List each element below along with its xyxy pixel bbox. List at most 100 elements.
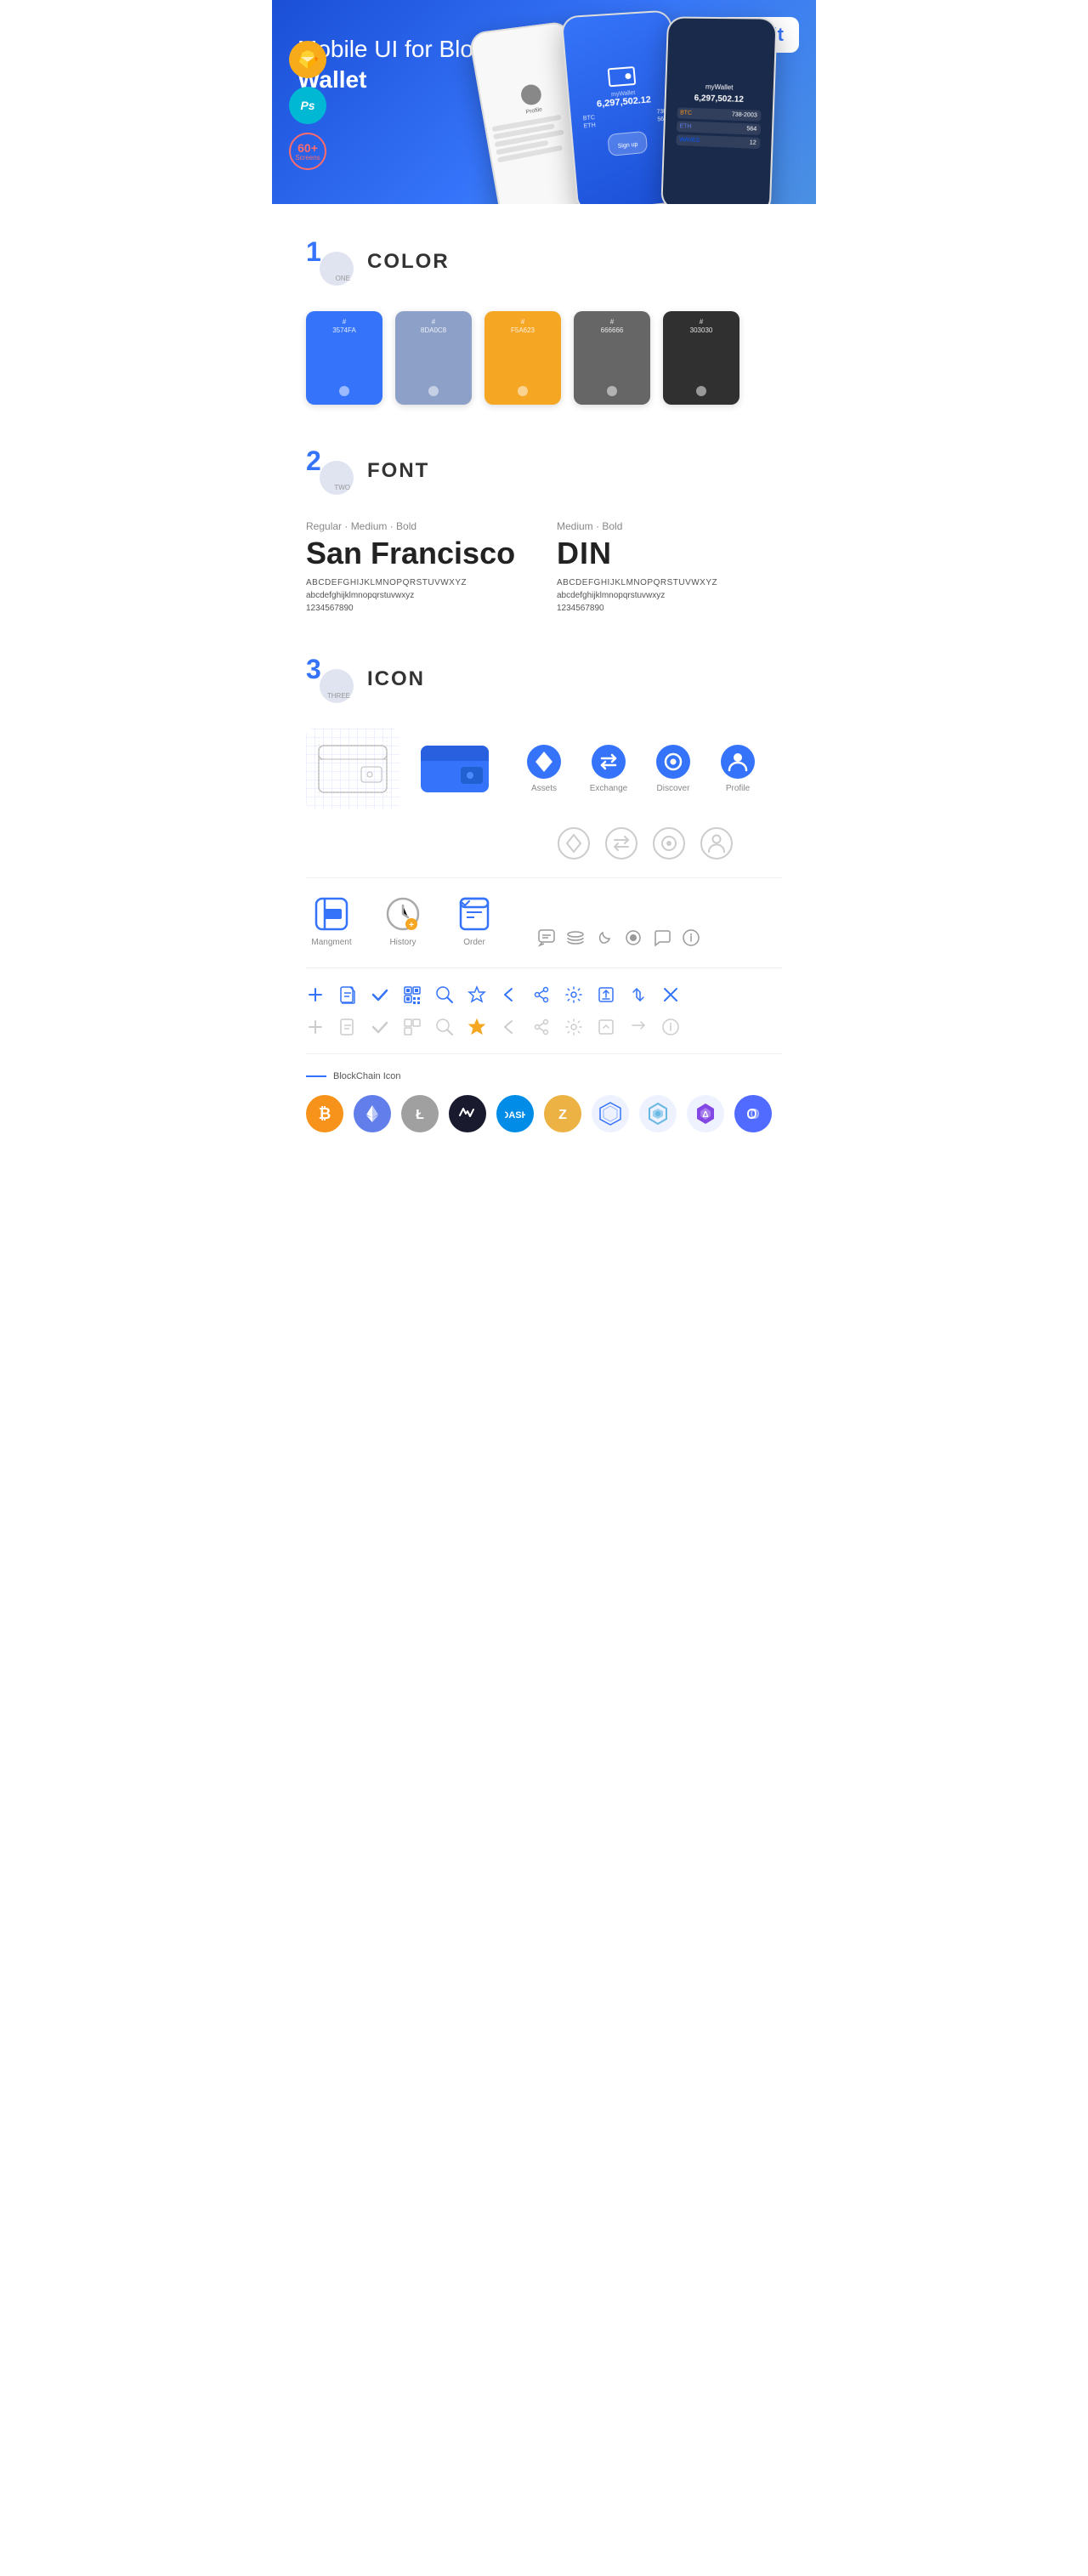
nav-icons-group: Assets Exchange [518,745,763,793]
import-ghost-icon [597,1018,615,1036]
star-filled-icon [468,1018,486,1036]
nem-svg [644,1100,672,1127]
settings-ghost-icon [564,1018,583,1036]
check-icon [371,985,389,1004]
import-icon [597,985,615,1004]
svg-text:₿: ₿ [319,1105,332,1122]
section-num-2: 2 TWO [306,447,354,495]
crypto-icons: ₿ Ł [306,1095,782,1132]
swatch-gray: #666666 [574,311,650,405]
color-section-header: 1 ONE COLOR [306,238,782,286]
swap-icon [629,985,648,1004]
nav-icons-ghost [557,826,782,860]
icon-item-management: Mangment [306,895,357,947]
hero-badges: Ps 60+ Screens [289,41,326,170]
screens-badge: 60+ Screens [289,133,326,170]
share-icon [532,985,551,1004]
zcash-icon: Z [544,1095,581,1132]
icon-item-order: Order [449,895,500,947]
icon-section: 3 THREE ICON [306,655,782,1132]
icon-item-assets: Assets [518,745,570,793]
sketch-badge [289,41,326,78]
doc-edit-ghost-icon [338,1018,357,1036]
icon-item-discover: Discover [648,745,699,793]
assets-ghost-icon [557,826,591,860]
plus-ghost-icon [306,1018,325,1036]
btc-icon: ₿ [306,1095,343,1132]
icon-divider-2 [306,967,782,968]
search-icon [435,985,454,1004]
eth-icon [354,1095,391,1132]
doc-edit-icon [338,985,357,1004]
speech-icon [653,928,672,947]
check-ghost-icon [371,1018,389,1036]
color-section: 1 ONE COLOR #3574FA #8DA0C8 #F5A623 #666… [306,238,782,405]
font-section-header: 2 TWO FONT [306,447,782,495]
swap-ghost-icon [629,1018,648,1036]
swatch-orange: #F5A623 [484,311,561,405]
info-ghost-icon [661,1018,680,1036]
main-content: 1 ONE COLOR #3574FA #8DA0C8 #F5A623 #666… [272,204,816,1209]
profile-icon [721,745,755,779]
icon-item-profile: Profile [712,745,763,793]
wallet-grid-icon [306,729,400,809]
ps-badge: Ps [289,87,326,124]
hex-icon [592,1095,629,1132]
share-ghost-icon [532,1018,551,1036]
close-icon [661,985,680,1004]
assets-icon [527,745,561,779]
icon-divider-1 [306,877,782,878]
utility-icons-blue [537,928,700,947]
star-icon [468,985,486,1004]
settings-icon [564,985,583,1004]
section-num-3: 3 THREE [306,655,354,703]
profile-ghost-icon [700,826,734,860]
waves-svg [457,1104,478,1124]
icon-item-exchange: Exchange [583,745,634,793]
app-icons-row: Mangment + History [306,895,782,947]
order-icon [456,895,493,933]
zcash-svg: Z [552,1104,573,1124]
icon-section-header: 3 THREE ICON [306,655,782,703]
moon-icon [595,928,614,947]
back-icon [500,985,518,1004]
color-swatches: #3574FA #8DA0C8 #F5A623 #666666 #303030 [306,311,782,405]
svg-text:DASH: DASH [505,1110,525,1121]
wallet-icons-large: Assets Exchange [306,729,782,809]
qr-ghost-icon [403,1018,422,1036]
icon-divider-3 [306,1053,782,1054]
phone-mockups: Profile myWallet 6,297,502.12 [476,9,816,204]
plus-icon [306,985,325,1004]
hex-svg [597,1100,624,1127]
info-icon [682,928,700,947]
waves-icon [449,1095,486,1132]
swatch-gray-blue: #8DA0C8 [395,311,472,405]
wallet-solid-icon [416,737,493,801]
font-grid: Regular · Medium · Bold San Francisco AB… [306,520,782,613]
ltc-icon: Ł [401,1095,439,1132]
discover-ghost-icon [652,826,686,860]
search-ghost-icon [435,1018,454,1036]
wallet-solid-svg [416,737,493,797]
font-sf: Regular · Medium · Bold San Francisco AB… [306,520,531,613]
discover-icon [656,745,690,779]
ltc-svg: Ł [410,1104,430,1124]
layers-icon [566,928,585,947]
exchange-icon [592,745,626,779]
nem-icon [639,1095,677,1132]
svg-text:Δ: Δ [702,1110,708,1120]
band-icon [734,1095,772,1132]
exchange-ghost-icon [604,826,638,860]
swatch-blue: #3574FA [306,311,382,405]
history-icon: + [384,895,422,933]
svg-text:Z: Z [558,1108,567,1122]
band-svg [743,1104,763,1124]
chat-icon [537,928,556,947]
btc-svg: ₿ [314,1103,336,1125]
circle-icon [624,928,643,947]
svg-text:Ł: Ł [416,1108,424,1122]
matic-svg: Δ [692,1100,719,1127]
dash-svg: DASH [505,1104,525,1124]
tool-icons-gray [306,1018,782,1036]
qr-icon [403,985,422,1004]
